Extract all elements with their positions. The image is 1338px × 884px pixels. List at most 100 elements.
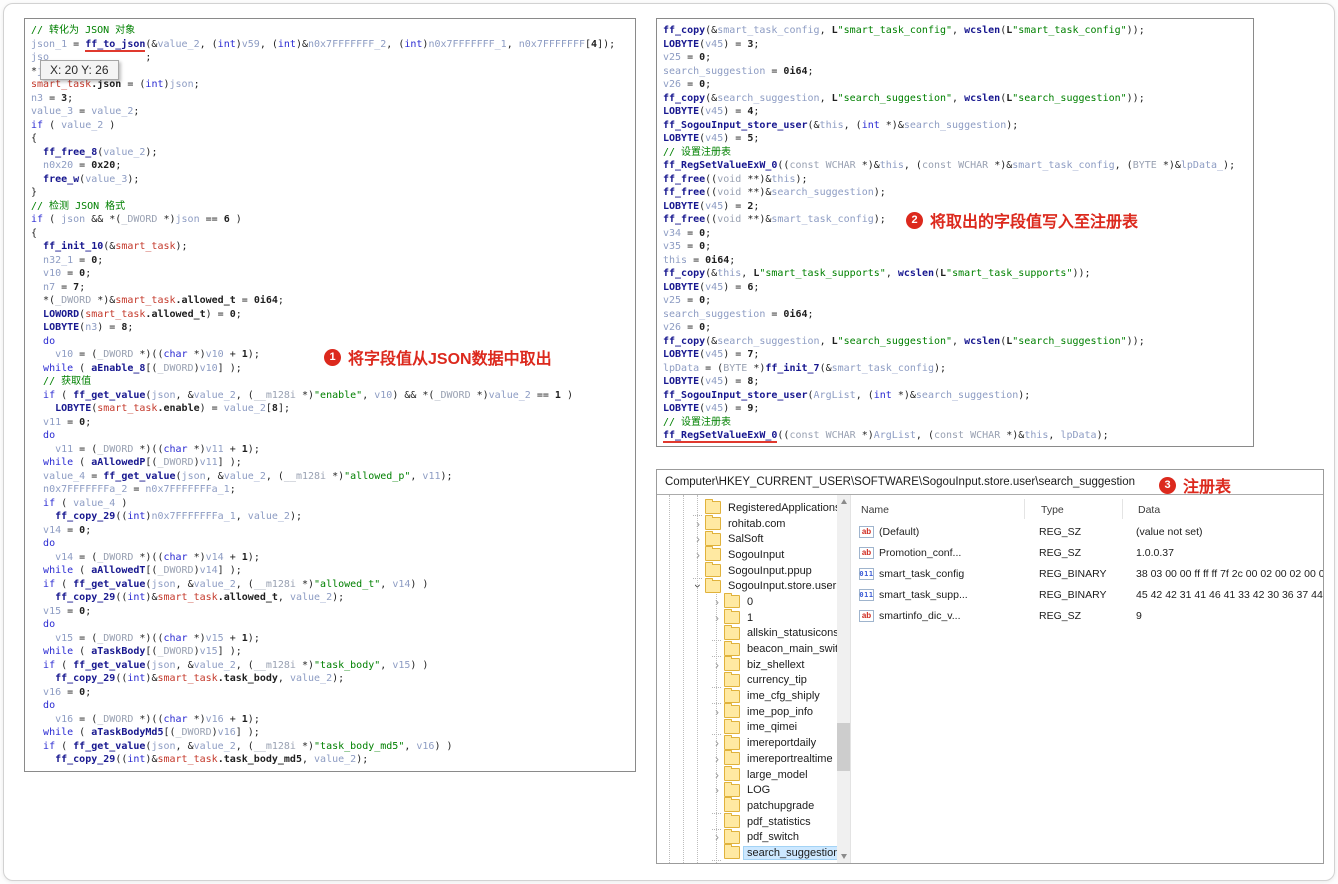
registry-tree-item-ime-pop-info[interactable]: › ime_pop_info [657, 703, 850, 720]
column-separator[interactable] [1024, 499, 1025, 519]
column-header-type[interactable]: Type [1041, 504, 1138, 516]
tree-item-label[interactable]: 0 [744, 596, 756, 608]
code-line: ff_copy_29((int)&smart_task.task_body_md… [55, 754, 369, 765]
tree-item-label[interactable]: ime_qimei [744, 721, 800, 733]
column-header-data[interactable]: Data [1138, 504, 1323, 516]
registry-value-row[interactable]: 011 smart_task_config REG_BINARY 38 03 00 0… [851, 563, 1323, 584]
registry-tree-item-large-model[interactable]: › large_model [657, 766, 850, 783]
tree-item-label[interactable]: allskin_statusiconstatis [744, 627, 850, 639]
registry-tree-item-salsoft[interactable]: › SalSoft [657, 530, 850, 547]
tree-item-label[interactable]: SogouInput [725, 549, 787, 561]
code-line: if ( ff_get_value(json, &value_2, (__m12… [43, 389, 573, 401]
code-line: LOBYTE(v45) = 6; [663, 281, 760, 293]
expand-chevron-icon[interactable]: › [691, 548, 705, 562]
registry-tree-item-pdf-switch[interactable]: › pdf_switch [657, 828, 850, 845]
code-line: v25 = 0; [663, 52, 712, 63]
tree-item-label[interactable]: ime_cfg_shiply [744, 690, 823, 702]
tree-item-label[interactable]: patchupgrade [744, 800, 817, 812]
tree-item-label[interactable]: search_suggestion [742, 845, 844, 860]
expand-chevron-icon[interactable]: › [710, 752, 724, 766]
tree-item-label[interactable]: RegisteredApplications [725, 502, 844, 514]
scrollbar-thumb[interactable] [837, 723, 850, 771]
collapse-chevron-icon[interactable]: › [691, 579, 705, 593]
tree-item-label[interactable]: SogouInput.store.user [725, 580, 839, 592]
tree-item-label[interactable]: pdf_statistics [744, 816, 814, 828]
registry-tree-item-sogouinput-store-user[interactable]: › SogouInput.store.user [657, 577, 850, 594]
registry-tree-item-ime-qimei[interactable]: ime_qimei [657, 718, 850, 736]
registry-tree-item-allskin-statusiconstatis[interactable]: allskin_statusiconstatis [657, 624, 850, 642]
tree-item-label[interactable]: large_model [744, 769, 811, 781]
screenshot-root: // 转化为 JSON 对象 json_1 = ff_to_json(&value… [0, 0, 1338, 884]
tree-item-label[interactable]: rohitab.com [725, 518, 788, 530]
column-separator[interactable] [1122, 499, 1123, 519]
expand-chevron-icon[interactable]: › [691, 532, 705, 546]
tree-item-label[interactable]: pdf_switch [744, 831, 802, 843]
expand-chevron-icon[interactable]: › [710, 705, 724, 719]
value-type: REG_BINARY [1039, 567, 1107, 580]
tree-item-label[interactable]: beacon_main_switch [744, 643, 850, 655]
code-line: { [31, 227, 38, 239]
registry-tree-item-beacon-main-switch[interactable]: beacon_main_switch [657, 640, 850, 658]
registry-tree-item-currency-tip[interactable]: currency_tip [657, 671, 850, 689]
tree-item-label[interactable]: ime_pop_info [744, 706, 816, 718]
expand-chevron-icon[interactable]: › [710, 783, 724, 797]
registry-value-row[interactable]: 011 smart_task_supp... REG_BINARY 45 42 42 … [851, 584, 1323, 605]
registry-tree-item-registeredapplications[interactable]: RegisteredApplications [657, 499, 850, 516]
registry-tree-item-ime-cfg-shiply[interactable]: ime_cfg_shiply [657, 687, 850, 705]
registry-tree-item-pdf-statistics[interactable]: pdf_statistics [657, 813, 850, 830]
values-column-headers[interactable]: Name Type Data [851, 499, 1323, 521]
expand-chevron-icon[interactable]: › [691, 517, 705, 531]
registry-value-row[interactable]: ab smartinfo_dic_v... REG_SZ 9 [851, 605, 1323, 626]
tree-item-label[interactable]: 1 [744, 612, 756, 624]
code-line: ff_copy_29((int)n0x7FFFFFFFa_1, value_2)… [55, 511, 302, 522]
code-line: if ( ff_get_value(json, &value_2, (__m12… [43, 659, 429, 671]
registry-tree-item-patchupgrade[interactable]: patchupgrade [657, 797, 850, 814]
scrollbar-down-arrow[interactable] [837, 850, 850, 863]
registry-tree-item-sogouinput-ppup[interactable]: SogouInput.ppup [657, 562, 850, 579]
value-data: 38 03 00 00 ff ff ff 7f 2c 00 02 00 02 0… [1136, 567, 1323, 580]
expand-chevron-icon[interactable]: › [710, 595, 724, 609]
code-line: do [43, 538, 56, 549]
decompiler-panel-left: // 转化为 JSON 对象 json_1 = ff_to_json(&value… [24, 18, 636, 772]
registry-tree-item-1[interactable]: › 1 [657, 609, 850, 626]
expand-chevron-icon[interactable]: › [710, 658, 724, 672]
scrollbar-up-arrow[interactable] [837, 495, 850, 508]
registry-value-row[interactable]: ab Promotion_conf... REG_SZ 1.0.0.37 [851, 542, 1323, 563]
registry-tree-item-rohitab-com[interactable]: › rohitab.com [657, 515, 850, 532]
annotation-3-text: 注册表 [1183, 479, 1232, 496]
tree-scrollbar[interactable] [837, 495, 850, 863]
annotation-2-badge: 2 [906, 211, 923, 229]
tree-item-label[interactable]: SalSoft [725, 533, 766, 545]
value-name: smart_task_supp... [879, 588, 968, 601]
tree-item-label[interactable]: biz_shellext [744, 659, 807, 671]
column-header-name[interactable]: Name [851, 504, 1041, 516]
expand-chevron-icon[interactable]: › [710, 611, 724, 625]
code-line: LOBYTE(v45) = 9; [663, 403, 760, 414]
annotation-1-badge: 1 [324, 348, 341, 366]
tree-item-label[interactable]: imereportdaily [744, 737, 819, 749]
expand-chevron-icon[interactable]: › [710, 830, 724, 844]
value-data: 45 42 42 31 41 46 41 33 42 30 36 37 44 4… [1136, 588, 1323, 601]
tree-item-label[interactable]: currency_tip [744, 674, 810, 686]
registry-tree-item-sogouinput[interactable]: › SogouInput [657, 546, 850, 563]
values-rows: ab (Default) REG_SZ (value not set) ab Promot… [851, 521, 1323, 626]
folder-icon [724, 750, 740, 766]
registry-tree-item-log[interactable]: › LOG [657, 781, 850, 798]
registry-tree-item-biz-shellext[interactable]: › biz_shellext [657, 656, 850, 673]
expand-chevron-icon[interactable]: › [710, 736, 724, 750]
code-line: LOBYTE(v45) = 3; [663, 38, 760, 50]
tree-item-label[interactable]: SogouInput.ppup [725, 565, 815, 577]
registry-tree-item-0[interactable]: › 0 [657, 593, 850, 610]
code-line: if ( ff_get_value(json, &value_2, (__m12… [43, 740, 453, 752]
registry-tree-item-search-suggestion[interactable]: search_suggestion [657, 844, 850, 861]
value-name: Promotion_conf... [879, 546, 962, 559]
registry-tree-item-imereportdaily[interactable]: › imereportdaily [657, 734, 850, 751]
expand-chevron-icon[interactable]: › [710, 768, 724, 782]
folder-icon [724, 687, 740, 703]
folder-icon [724, 703, 740, 719]
registry-tree-item-imereportrealtime[interactable]: › imereportrealtime [657, 750, 850, 767]
registry-value-row[interactable]: ab (Default) REG_SZ (value not set) [851, 521, 1323, 542]
tree-item-label[interactable]: imereportrealtime [744, 753, 836, 765]
folder-icon [705, 515, 721, 531]
tree-item-label[interactable]: LOG [744, 784, 773, 796]
